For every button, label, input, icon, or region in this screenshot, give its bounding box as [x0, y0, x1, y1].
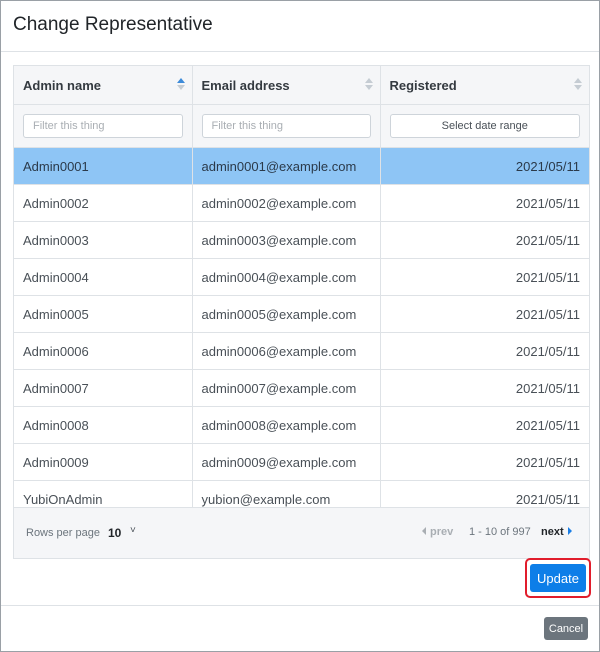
table-row[interactable]: Admin0002 admin0002@example.com 2021/05/11 — [14, 184, 589, 222]
filter-cell — [14, 104, 193, 148]
table-row[interactable]: Admin0008 admin0008@example.com 2021/05/11 — [14, 406, 589, 444]
registered-cell: 2021/05/11 — [380, 369, 589, 407]
admin-name-cell: Admin0007 — [14, 369, 193, 407]
email-cell: admin0007@example.com — [192, 369, 381, 407]
admin-name-filter-input[interactable] — [23, 114, 183, 138]
table-row[interactable]: Admin0003 admin0003@example.com 2021/05/11 — [14, 221, 589, 259]
prev-page-link[interactable]: prev — [422, 526, 453, 538]
change-representative-modal: Change Representative Admin name Email a… — [0, 0, 600, 652]
table-footer: Rows per page 10 ˅ prev 1 - 10 of 997 ne… — [14, 507, 589, 558]
registered-cell: 2021/05/11 — [380, 258, 589, 296]
caret-right-icon — [567, 527, 572, 535]
email-cell: admin0005@example.com — [192, 295, 381, 333]
sort-asc-icon — [176, 78, 185, 92]
admin-name-cell: Admin0002 — [14, 184, 193, 222]
column-header-registered[interactable]: Registered — [380, 66, 589, 105]
column-label: Registered — [389, 77, 457, 93]
registered-cell: 2021/05/11 — [380, 184, 589, 222]
date-range-select[interactable]: Select date range — [389, 114, 580, 138]
filter-cell — [192, 104, 381, 148]
admin-name-cell: Admin0003 — [14, 221, 193, 259]
modal-title: Change Representative — [13, 14, 213, 35]
email-cell: admin0001@example.com — [192, 147, 381, 185]
cancel-button[interactable]: Cancel — [544, 617, 588, 640]
sort-icon — [364, 78, 373, 92]
filter-cell: Select date range — [380, 104, 589, 148]
table-row[interactable]: Admin0009 admin0009@example.com 2021/05/11 — [14, 443, 589, 481]
update-button[interactable]: Update — [530, 564, 586, 592]
prev-label: prev — [430, 526, 454, 538]
admin-name-cell: Admin0006 — [14, 332, 193, 370]
admin-name-cell: Admin0009 — [14, 443, 193, 481]
modal-header: Change Representative — [1, 1, 599, 52]
next-page-link[interactable]: next — [541, 526, 572, 538]
sort-icon — [574, 78, 582, 92]
admin-name-cell: Admin0005 — [14, 295, 193, 333]
admin-table: Admin name Email address Registered Filt… — [14, 66, 589, 518]
registered-cell: 2021/05/11 — [380, 221, 589, 259]
admin-name-cell: Admin0008 — [14, 406, 193, 444]
update-button-highlight: Update — [525, 558, 591, 598]
column-label: Email address — [201, 77, 290, 93]
email-cell: admin0006@example.com — [192, 332, 381, 370]
column-label: Admin name — [23, 77, 102, 93]
column-header-admin-name[interactable]: Admin name — [14, 66, 193, 105]
next-label: next — [541, 526, 564, 538]
email-filter-input[interactable] — [201, 114, 371, 138]
table-row[interactable]: Admin0005 admin0005@example.com 2021/05/11 — [14, 295, 589, 333]
footer-divider — [1, 605, 599, 606]
registered-cell: 2021/05/11 — [380, 443, 589, 481]
registered-cell: 2021/05/11 — [380, 406, 589, 444]
table-row[interactable]: Admin0004 admin0004@example.com 2021/05/11 — [14, 258, 589, 296]
email-cell: admin0004@example.com — [192, 258, 381, 296]
email-cell: admin0009@example.com — [192, 443, 381, 481]
column-header-email[interactable]: Email address — [192, 66, 381, 105]
email-cell: admin0002@example.com — [192, 184, 381, 222]
table-row[interactable]: Admin0007 admin0007@example.com 2021/05/11 — [14, 369, 589, 407]
chevron-down-icon[interactable]: ˅ — [130, 525, 136, 536]
page-range-text: 1 - 10 of 997 — [469, 526, 531, 538]
rows-per-page-label: Rows per page — [26, 527, 100, 539]
table-row[interactable]: Admin0001 admin0001@example.com 2021/05/11 — [14, 147, 589, 185]
admin-name-cell: Admin0004 — [14, 258, 193, 296]
registered-cell: 2021/05/11 — [380, 147, 589, 185]
admin-table-container: Admin name Email address Registered Filt… — [13, 65, 590, 559]
rows-per-page-select[interactable]: 10 — [108, 526, 121, 540]
email-cell: admin0003@example.com — [192, 221, 381, 259]
registered-cell: 2021/05/11 — [380, 295, 589, 333]
email-cell: admin0008@example.com — [192, 406, 381, 444]
admin-name-cell: Admin0001 — [14, 147, 193, 185]
table-row[interactable]: Admin0006 admin0006@example.com 2021/05/11 — [14, 332, 589, 370]
caret-left-icon — [422, 527, 426, 535]
registered-cell: 2021/05/11 — [380, 332, 589, 370]
